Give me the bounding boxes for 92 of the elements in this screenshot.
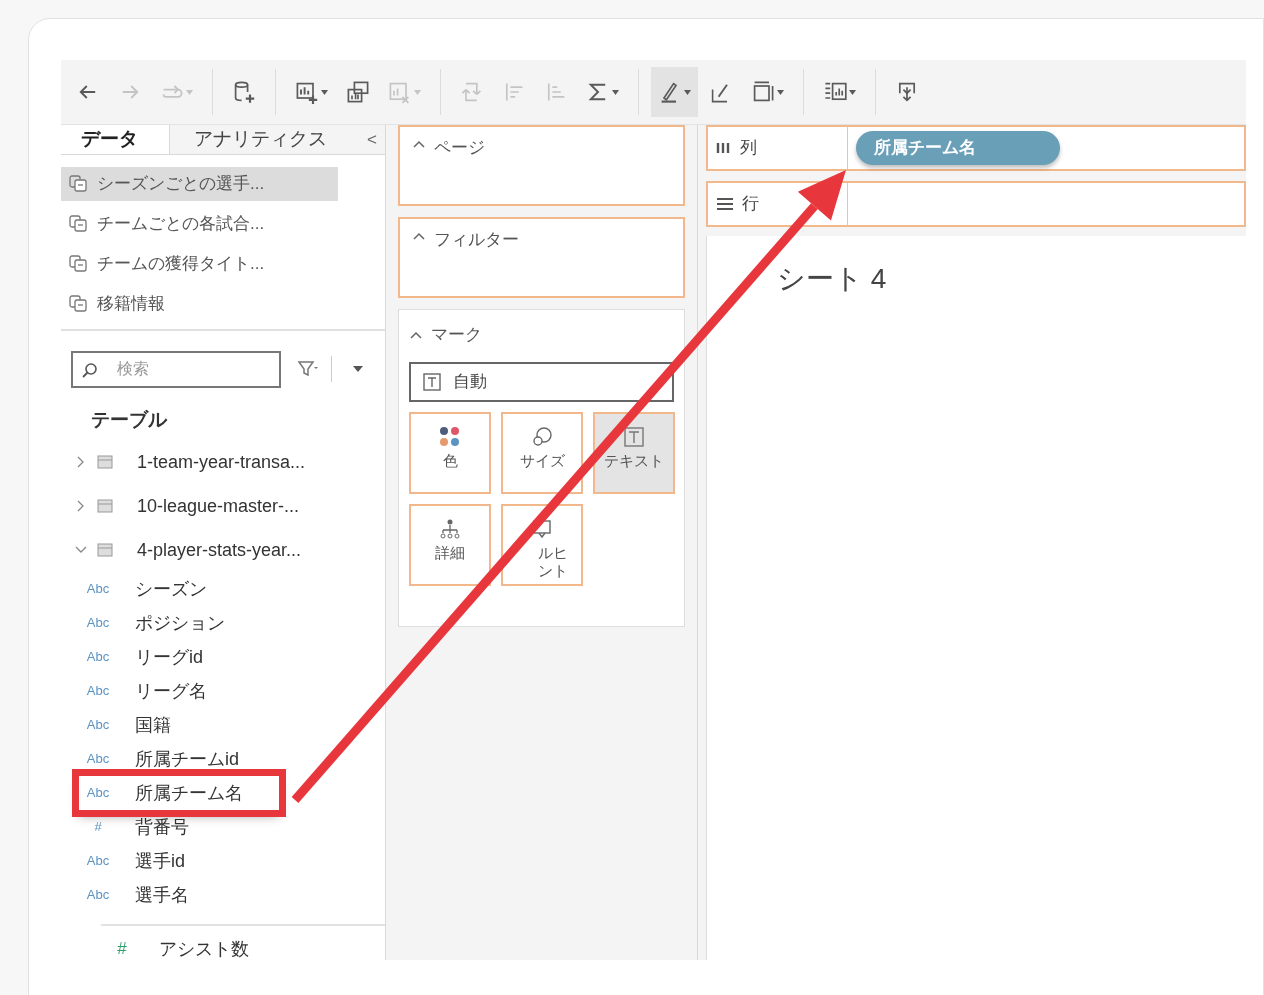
caret-icon (612, 89, 619, 95)
chevron-up-icon (412, 231, 426, 241)
field-item[interactable]: Abc 所属チームid (79, 742, 319, 776)
table-item[interactable]: 1-team-year-transa... (61, 440, 385, 484)
shelf-label: 列 (740, 137, 757, 160)
field-name: アシスト数 (159, 937, 249, 960)
mark-card-button[interactable]: 色 (409, 411, 491, 494)
field-item[interactable]: Abc 選手名 (79, 878, 319, 912)
field-item[interactable]: Abc 選手id (79, 844, 319, 878)
datasource-item[interactable]: チームの獲得タイト... (61, 246, 338, 281)
table-icon (97, 499, 113, 513)
caret-icon (186, 89, 193, 95)
sheet-title: シート 4 (777, 262, 887, 296)
field-name: 所属チームid (135, 747, 239, 771)
caret-icon (352, 365, 364, 373)
duplicate-sheet-icon (346, 80, 370, 104)
chevron-down-icon (75, 545, 87, 555)
text-mark-icon (623, 425, 645, 448)
frame-icon (751, 80, 775, 104)
text-mark-icon (423, 372, 441, 391)
search-icon (81, 360, 99, 379)
data-type-label: Abc (85, 682, 111, 701)
dropdown-button[interactable] (352, 365, 364, 373)
mark-card-button[interactable]: テキスト (593, 411, 675, 494)
data-type-label: Abc (85, 750, 111, 769)
toolbar-button[interactable] (651, 67, 698, 117)
field-name: リーグid (135, 645, 203, 669)
rows-icon (716, 197, 734, 211)
field-item[interactable]: Abc リーグid (79, 640, 319, 674)
caret-icon (849, 89, 856, 95)
caret-icon (777, 89, 784, 95)
shelf-title: ページ (434, 139, 485, 157)
data-type-label: Abc (85, 648, 111, 667)
data-type-label: Abc (85, 716, 111, 735)
table-item[interactable]: 10-league-master-... (61, 484, 385, 528)
chart-plus-icon (295, 80, 319, 104)
field-name: 選手id (135, 849, 185, 873)
swap-icon (460, 80, 484, 104)
tab[interactable]: アナリティクス (169, 125, 359, 154)
hierarchy-icon (439, 517, 461, 540)
chevron-up-icon (412, 139, 426, 149)
field-name: シーズン (135, 577, 207, 601)
filter-dropdown-button[interactable] (297, 359, 319, 379)
section-heading: テーブル (91, 407, 168, 432)
datasource-item[interactable]: 移籍情報 (61, 286, 338, 321)
field-name: 背番号 (135, 815, 189, 839)
datasource-icon (69, 254, 89, 273)
field-name: 国籍 (135, 713, 171, 737)
datasource-item[interactable]: シーズンごとの選手... (61, 166, 338, 201)
field-item[interactable]: Abc 国籍 (79, 708, 319, 742)
caret-icon (321, 89, 328, 95)
field-name: 選手名 (135, 883, 189, 907)
caret-icon (684, 89, 691, 95)
table-item[interactable]: 4-player-stats-year... (61, 528, 385, 572)
datasource-item[interactable]: チームごとの各試合... (61, 206, 338, 241)
data-type-label: Abc (85, 852, 111, 871)
field-name: 所属チーム名 (135, 781, 243, 805)
datasource-icon (69, 214, 89, 233)
data-type-label: Abc (85, 614, 111, 633)
table-icon (97, 543, 113, 557)
field-item[interactable]: Abc ポジション (79, 606, 319, 640)
shelf-label: 行 (742, 193, 759, 216)
marks-title: マーク (431, 324, 482, 346)
data-type-label: Abc (85, 886, 111, 905)
size-circles-icon (531, 425, 553, 448)
table-icon (97, 455, 113, 469)
field-name: リーグ名 (135, 679, 207, 703)
field-name: ポジション (135, 611, 225, 635)
field-item[interactable]: # 背番号 (79, 810, 319, 844)
caret-icon (414, 89, 421, 95)
columns-icon (716, 141, 732, 155)
tooltip-icon (531, 517, 553, 540)
field-item[interactable]: Abc シーズン (79, 572, 319, 606)
mark-type-dropdown[interactable]: 自動 (409, 361, 674, 402)
chevron-up-icon (409, 329, 423, 340)
datasource-icon (69, 294, 89, 313)
database-plus-icon (232, 80, 256, 104)
data-type-label: # (93, 818, 103, 837)
data-type-label: Abc (85, 784, 111, 803)
collapse-button[interactable]: < (359, 125, 385, 154)
shelf-title: フィルター (434, 231, 519, 249)
data-type-label: Abc (85, 580, 111, 599)
color-dots-icon (439, 425, 461, 448)
filter-icon (297, 359, 319, 379)
mark-card-button[interactable]: 詳細 (409, 503, 491, 586)
field-item[interactable]: # アシスト数 (103, 932, 343, 960)
data-type-label: # (116, 938, 128, 960)
field-item[interactable]: Abc リーグ名 (79, 674, 319, 708)
datasource-icon (69, 174, 89, 193)
mark-card-button[interactable]: サイズ (501, 411, 583, 494)
clear-sheet-icon (388, 80, 412, 104)
search-field[interactable]: 検索 (71, 350, 281, 388)
